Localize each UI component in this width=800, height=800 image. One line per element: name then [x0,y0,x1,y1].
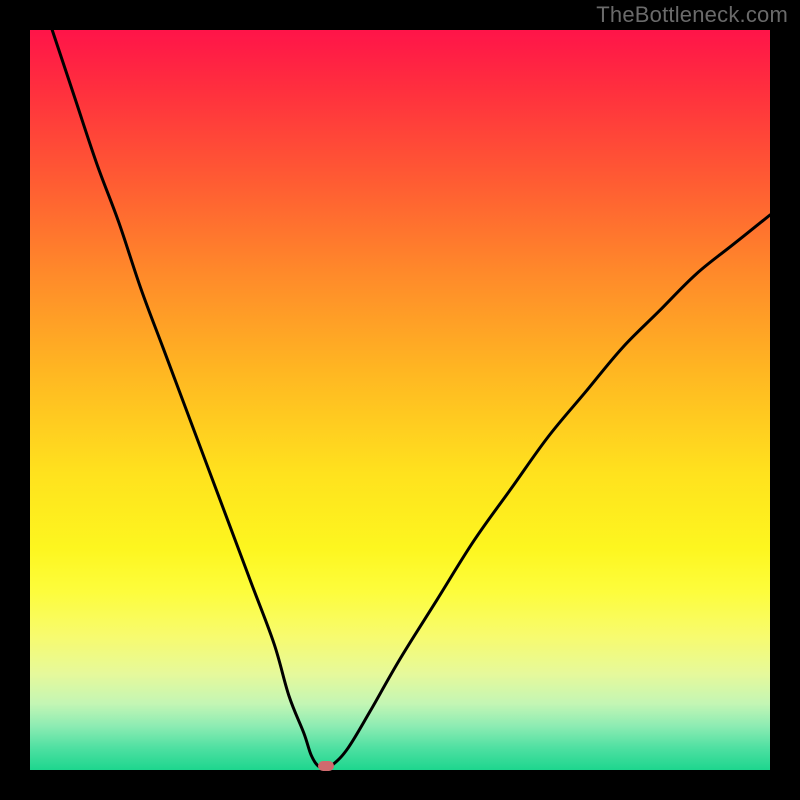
chart-frame: TheBottleneck.com [0,0,800,800]
optimum-marker [318,761,334,771]
watermark-text: TheBottleneck.com [596,2,788,28]
plot-area [30,30,770,770]
bottleneck-curve [52,30,770,767]
curve-svg [30,30,770,770]
